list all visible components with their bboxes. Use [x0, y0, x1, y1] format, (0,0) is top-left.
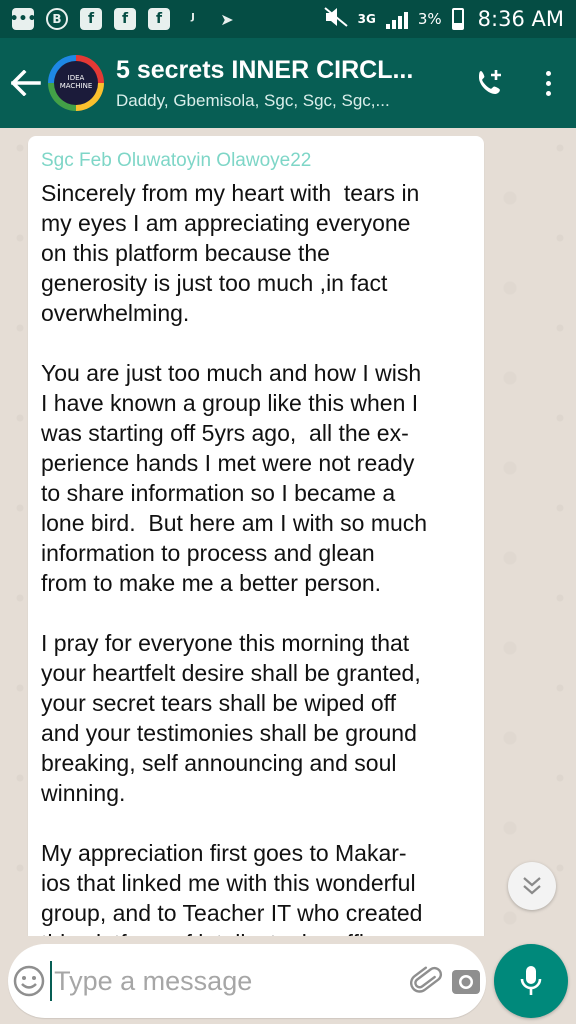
message-sender[interactable]: Sgc Feb Oluwatoyin Olawoye22: [41, 150, 470, 172]
phone-add-icon: [479, 70, 501, 94]
battery-icon: [451, 8, 464, 30]
camera-button[interactable]: [445, 944, 486, 1018]
scroll-to-bottom-button[interactable]: [508, 862, 556, 910]
more-vert-icon: [545, 70, 551, 96]
back-button[interactable]: [4, 38, 48, 128]
chat-header: IDEA MACHINE 5 secrets INNER CIRCL... Da…: [0, 38, 576, 128]
mute-icon: [324, 7, 348, 31]
participants-list: Daddy, Gbemisola, Sgc, Sgc, Sgc,...: [116, 90, 390, 110]
voice-record-button[interactable]: [494, 944, 568, 1018]
emoji-icon: [13, 965, 45, 997]
compose-bar: [0, 936, 576, 1024]
chat-bubble-icon: •••: [10, 8, 36, 30]
facebook-icon: f: [148, 8, 170, 30]
chat-title-area[interactable]: 5 secrets INNER CIRCL... Daddy, Gbemisol…: [116, 56, 460, 111]
network-3g-icon: 3G: [357, 12, 376, 26]
message-text: Sincerely from my heart with tears in my…: [41, 180, 428, 936]
camera-icon: [451, 970, 480, 994]
compose-box: [8, 944, 486, 1018]
message-bubble[interactable]: Sgc Feb Oluwatoyin Olawoye22 Sincerely f…: [28, 136, 484, 936]
avatar-logo: IDEA MACHINE: [54, 61, 98, 105]
attach-button[interactable]: [408, 944, 445, 1018]
chat-messages[interactable]: Sgc Feb Oluwatoyin Olawoye22 Sincerely f…: [0, 128, 576, 936]
double-chevron-down-icon: [523, 877, 541, 895]
microphone-icon: [520, 966, 542, 995]
system-icons: 3G 3% 8:36 AM: [324, 7, 564, 31]
avatar-text-bottom: MACHINE: [59, 82, 93, 90]
group-avatar[interactable]: IDEA MACHINE: [48, 55, 104, 111]
facebook-icon: f: [80, 8, 102, 30]
notification-icons: ••• B f f f ᴶ ➤: [10, 8, 324, 30]
facebook-icon: f: [114, 8, 136, 30]
clock-time: 8:36 AM: [477, 7, 564, 31]
b-circle-icon: B: [46, 8, 68, 30]
emoji-button[interactable]: [8, 944, 50, 1018]
status-bar: ••• B f f f ᴶ ➤ 3G 3% 8:36 AM: [0, 0, 576, 38]
message-input[interactable]: [50, 961, 409, 1001]
telegram-icon: ➤: [220, 9, 234, 29]
add-call-button[interactable]: [460, 38, 520, 128]
battery-percent: 3%: [417, 10, 442, 28]
paperclip-icon: [409, 966, 442, 993]
signal-icon: [385, 9, 408, 29]
jiji-icon: ᴶ: [191, 9, 195, 29]
back-arrow-icon: [11, 70, 41, 96]
chat-title: 5 secrets INNER CIRCL...: [116, 55, 414, 84]
overflow-menu-button[interactable]: [520, 38, 576, 128]
